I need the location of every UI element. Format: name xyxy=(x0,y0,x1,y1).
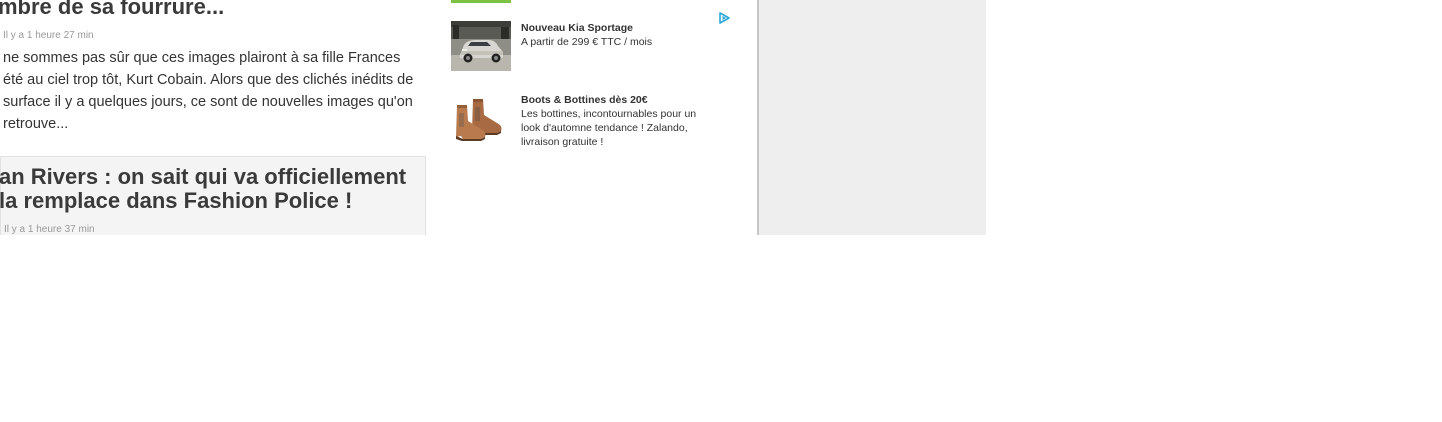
car-thumbnail[interactable] xyxy=(451,21,511,71)
ad-title[interactable]: Nouveau Kia Sportage xyxy=(521,21,711,35)
adchoices-icon[interactable] xyxy=(717,11,731,25)
ad-description: A partir de 299 € TTC / mois xyxy=(521,36,653,48)
sponsored-ads: Nouveau Kia Sportage A partir de 299 € T… xyxy=(451,0,741,235)
article-timestamp: Il y a 1 heure 37 min xyxy=(4,224,95,235)
boots-thumbnail[interactable] xyxy=(451,93,511,143)
article-timestamp: Il y a 1 heure 27 min xyxy=(3,30,94,41)
article-title[interactable]: an Rivers : on sait qui va officiellemen… xyxy=(0,165,419,213)
ad-text[interactable]: Nouveau Kia Sportage A partir de 299 € T… xyxy=(521,21,711,49)
article-title[interactable]: mbre de sa fourrure... xyxy=(0,0,224,19)
sidebar-panel xyxy=(759,0,986,235)
ad-description: Les bottines, incontournables pour un lo… xyxy=(521,108,697,148)
news-column: mbre de sa fourrure... Il y a 1 heure 27… xyxy=(0,0,430,235)
ad-title[interactable]: Boots & Bottines dès 20€ xyxy=(521,93,711,107)
previous-ad-image-edge xyxy=(451,0,511,3)
article-card[interactable]: an Rivers : on sait qui va officiellemen… xyxy=(0,156,426,235)
article-excerpt: ne sommes pas sûr que ces images plairon… xyxy=(3,50,414,132)
ad-text[interactable]: Boots & Bottines dès 20€ Les bottines, i… xyxy=(521,93,711,149)
